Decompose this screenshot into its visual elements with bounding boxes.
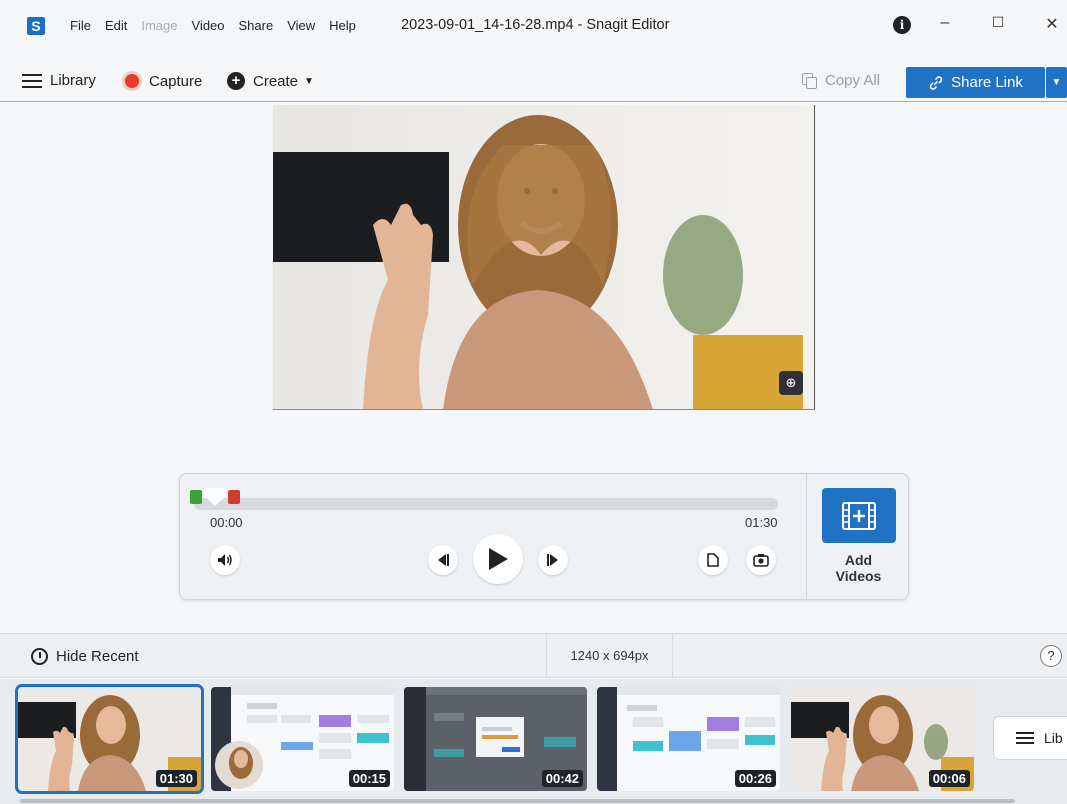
help-button[interactable]: ?	[1040, 645, 1062, 667]
volume-icon	[218, 554, 232, 566]
save-frame-button[interactable]	[698, 545, 728, 575]
menu-file[interactable]: File	[70, 18, 91, 33]
step-forward-icon	[547, 554, 558, 566]
duration-badge: 00:06	[928, 770, 970, 787]
duration-badge: 00:26	[734, 770, 776, 787]
step-back-icon	[438, 554, 449, 566]
close-button[interactable]: ✕	[1040, 14, 1064, 34]
player-main: 00:00 01:30	[180, 474, 806, 599]
plus-circle-icon: +	[227, 72, 245, 90]
total-time: 01:30	[745, 515, 778, 530]
trim-start-handle[interactable]	[190, 490, 202, 504]
hide-recent-label: Hide Recent	[56, 648, 139, 665]
copy-all-button[interactable]: Copy All	[802, 72, 880, 89]
share-link-button[interactable]: Share Link	[906, 67, 1045, 98]
snagit-editor-window: S File Edit Image Video Share View Help …	[0, 0, 1067, 804]
open-library-label: Lib	[1044, 730, 1063, 746]
add-videos-button[interactable]: Add Videos	[806, 474, 909, 599]
current-time: 00:00	[210, 515, 243, 530]
hamburger-icon	[1016, 732, 1034, 744]
link-icon	[929, 75, 943, 90]
create-label: Create	[253, 72, 299, 90]
maximize-button[interactable]: ☐	[986, 14, 1010, 31]
open-library-button[interactable]: Lib	[993, 716, 1067, 760]
menu-view[interactable]: View	[287, 18, 315, 33]
add-videos-label: Add Videos	[835, 552, 882, 584]
recent-status-bar: Hide Recent 1240 x 694px ?	[0, 633, 1067, 678]
capture-label: Capture	[149, 72, 203, 90]
create-button[interactable]: + Create ▼	[227, 72, 314, 90]
tray-scrollbar[interactable]	[20, 799, 1015, 803]
minimize-button[interactable]: –	[933, 14, 957, 32]
share-dropdown-button[interactable]: ▼	[1046, 67, 1067, 98]
add-video-icon	[822, 488, 896, 543]
recent-thumbnail[interactable]: 00:42	[404, 687, 587, 791]
menu-bar: File Edit Image Video Share View Help	[70, 18, 356, 33]
save-frame-icon	[707, 553, 719, 567]
title-bar: S File Edit Image Video Share View Help …	[0, 0, 1067, 56]
menu-share[interactable]: Share	[239, 18, 274, 33]
library-label: Library	[50, 72, 96, 89]
document-title: 2023-09-01_14-16-28.mp4 - Snagit Editor	[401, 17, 670, 33]
hide-recent-button[interactable]: Hide Recent	[31, 648, 139, 665]
recent-thumbnail[interactable]: 00:26	[597, 687, 780, 791]
menu-edit[interactable]: Edit	[105, 18, 127, 33]
share-link-label: Share Link	[951, 74, 1023, 91]
video-player-controls: 00:00 01:30 Add Videos	[179, 473, 909, 600]
library-button[interactable]: Library	[22, 72, 96, 89]
volume-button[interactable]	[210, 545, 240, 575]
trim-end-handle[interactable]	[228, 490, 240, 504]
recent-thumbnail[interactable]: 00:06	[791, 687, 974, 791]
duration-badge: 01:30	[155, 770, 197, 787]
video-preview[interactable]	[273, 105, 815, 410]
play-icon	[489, 548, 508, 570]
editor-canvas: ⊕ 00:00 01:30 Add Videos	[0, 103, 1067, 633]
capture-button[interactable]: Capture	[123, 72, 202, 90]
menu-image[interactable]: Image	[141, 18, 177, 33]
info-icon[interactable]: i	[893, 16, 911, 34]
play-button[interactable]	[473, 534, 523, 584]
record-icon	[123, 72, 141, 90]
snagit-logo-icon: S	[27, 17, 45, 35]
duration-badge: 00:42	[541, 770, 583, 787]
recent-thumbnail[interactable]: 01:30	[15, 684, 204, 794]
camera-icon	[753, 554, 769, 567]
chevron-down-icon: ▼	[304, 75, 314, 87]
menu-help[interactable]: Help	[329, 18, 356, 33]
hamburger-icon	[22, 73, 42, 88]
fullscreen-badge-icon[interactable]: ⊕	[779, 371, 803, 395]
recent-thumbnail[interactable]: 00:15	[211, 687, 394, 791]
step-back-button[interactable]	[428, 545, 458, 575]
camera-button[interactable]	[746, 545, 776, 575]
recent-captures-tray: 01:30 00:15 00:42 00:26 00:06 Lib	[0, 679, 1067, 804]
menu-video[interactable]: Video	[192, 18, 225, 33]
timeline-scrubber[interactable]	[194, 498, 778, 510]
history-icon	[31, 648, 48, 665]
image-dimensions: 1240 x 694px	[546, 634, 673, 677]
copy-all-label: Copy All	[825, 72, 881, 89]
video-frame-image	[273, 105, 814, 409]
duration-badge: 00:15	[348, 770, 390, 787]
copy-icon	[802, 72, 817, 89]
step-forward-button[interactable]	[538, 545, 568, 575]
